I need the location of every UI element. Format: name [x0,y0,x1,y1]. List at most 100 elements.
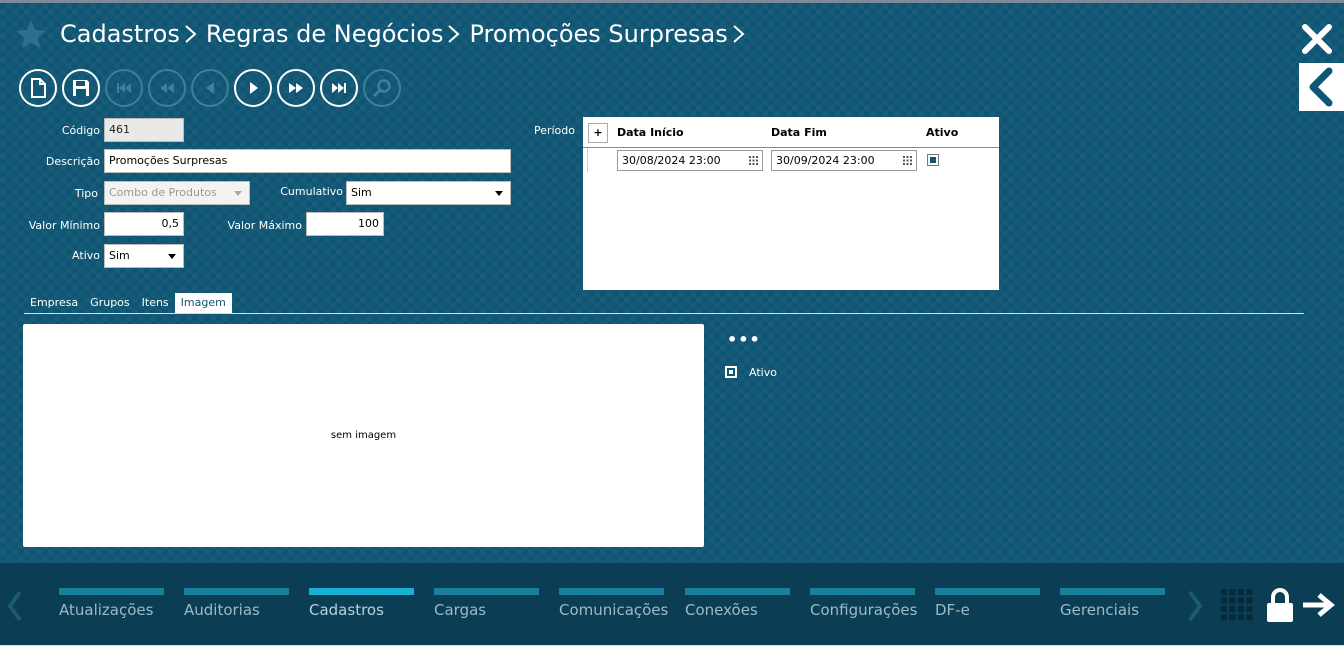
skip-first-icon [117,83,131,93]
nav-bar [559,588,664,595]
search-button[interactable] [363,69,401,107]
favorite-star-icon[interactable] [14,18,48,52]
ativo-label: Ativo [72,249,100,262]
imagem-ativo-checkbox[interactable] [725,366,737,378]
breadcrumb-item-promocoes[interactable]: Promoções Surpresas [469,20,727,48]
nav-label: Cargas [434,601,487,619]
nav-item-cargas[interactable]: Cargas [434,588,539,619]
nav-label: Comunicações [559,601,669,619]
chevron-down-icon [234,191,242,196]
nav-item-dfe[interactable]: DF-e [935,588,1040,619]
nav-item-auditorias[interactable]: Auditorias [184,588,289,619]
tab-imagem[interactable]: Imagem [174,293,232,313]
nav-label: Configurações [810,601,918,619]
nav-bar [309,588,414,595]
nav-bar [184,588,289,595]
column-header-data-inicio[interactable]: Data Início [617,126,684,139]
descricao-field[interactable]: Promoções Surpresas [104,149,511,173]
rewind-icon [160,83,174,93]
nav-item-conexoes[interactable]: Conexões [685,588,790,619]
chevron-right-icon [448,25,460,43]
tipo-select[interactable]: Combo de Produtos [104,181,250,205]
nav-item-gerenciais[interactable]: Gerenciais [1060,588,1165,619]
nav-label: Conexões [685,601,758,619]
nav-bar [685,588,790,595]
tab-grupos[interactable]: Grupos [84,293,135,313]
nav-label: Auditorias [184,601,260,619]
nav-bar [1060,588,1165,595]
periodo-grid: + Data Início Data Fim Ativo 30/08/2024 … [583,117,999,290]
valor-maximo-field[interactable]: 100 [306,212,384,236]
tab-empresa[interactable]: Empresa [24,293,84,313]
image-preview[interactable]: sem imagem [23,324,704,547]
search-icon [373,79,391,97]
add-row-button[interactable]: + [588,123,608,143]
valor-maximo-label: Valor Máximo [227,219,302,232]
nav-label: Cadastros [309,601,384,619]
tab-itens[interactable]: Itens [136,293,175,313]
cumulativo-label: Cumulativo [280,185,343,198]
play-icon [250,82,258,94]
next-page-button[interactable] [277,69,315,107]
column-header-data-fim[interactable]: Data Fim [771,126,827,139]
scroll-left-icon[interactable] [4,588,26,624]
data-fim-value: 30/09/2024 23:00 [776,154,875,167]
cumulativo-select-value: Sim [351,186,372,199]
more-options-button[interactable]: ••• [727,330,761,349]
breadcrumb-item-regras[interactable]: Regras de Negócios [206,20,444,48]
next-record-button[interactable] [234,69,272,107]
save-icon [73,80,89,96]
ativo-select-value: Sim [109,249,130,262]
chevron-down-icon [495,191,503,196]
nav-item-configuracoes[interactable]: Configurações [810,588,918,619]
scroll-right-icon[interactable] [1184,588,1206,624]
periodo-label: Período [533,124,575,137]
descricao-label: Descrição [45,155,100,168]
nav-item-atualizacoes[interactable]: Atualizações [59,588,164,619]
chevron-left-icon [1309,67,1333,107]
column-header-ativo[interactable]: Ativo [926,126,958,139]
codigo-field[interactable]: 461 [104,118,184,142]
calendar-icon[interactable] [749,156,758,165]
chevron-right-icon [733,25,745,43]
nav-bar [59,588,164,595]
logout-arrow-icon[interactable] [1301,592,1335,618]
save-button[interactable] [62,69,100,107]
valor-minimo-field[interactable]: 0,5 [104,212,184,236]
codigo-label: Código [61,124,100,137]
data-inicio-field[interactable]: 30/08/2024 23:00 [617,150,763,171]
chevron-down-icon [168,254,176,259]
breadcrumb-item-cadastros[interactable]: Cadastros [60,20,180,48]
close-icon[interactable] [1300,22,1334,56]
first-record-button[interactable] [105,69,143,107]
apps-grid-icon[interactable] [1221,589,1253,621]
tipo-label: Tipo [74,187,98,200]
nav-item-comunicacoes[interactable]: Comunicações [559,588,669,619]
nav-item-cadastros[interactable]: Cadastros [309,588,414,619]
previous-page-button[interactable] [148,69,186,107]
record-toolbar [19,69,401,107]
skip-last-icon [332,83,346,93]
new-document-icon [31,78,46,98]
collapse-panel-button[interactable] [1299,63,1344,111]
ativo-select[interactable]: Sim [104,244,184,268]
fast-forward-icon [289,83,303,93]
calendar-icon[interactable] [903,156,912,165]
new-record-button[interactable] [19,69,57,107]
data-inicio-value: 30/08/2024 23:00 [622,154,721,167]
lock-icon[interactable] [1266,587,1294,623]
breadcrumb: Cadastros Regras de Negócios Promoções S… [60,16,754,52]
last-record-button[interactable] [320,69,358,107]
previous-record-button[interactable] [191,69,229,107]
row-ativo-checkbox[interactable] [927,154,939,166]
imagem-ativo-label: Ativo [749,366,777,379]
cumulativo-select[interactable]: Sim [346,181,511,205]
image-placeholder-text: sem imagem [330,430,397,441]
nav-label: DF-e [935,601,970,619]
detail-tabs: Empresa Grupos Itens Imagem [24,292,232,313]
data-fim-field[interactable]: 30/09/2024 23:00 [771,150,917,171]
nav-bar [434,588,539,595]
row-indicator [583,148,588,172]
module-nav-footer: Atualizações Auditorias Cadastros Cargas… [0,563,1344,646]
nav-bar [935,588,1040,595]
